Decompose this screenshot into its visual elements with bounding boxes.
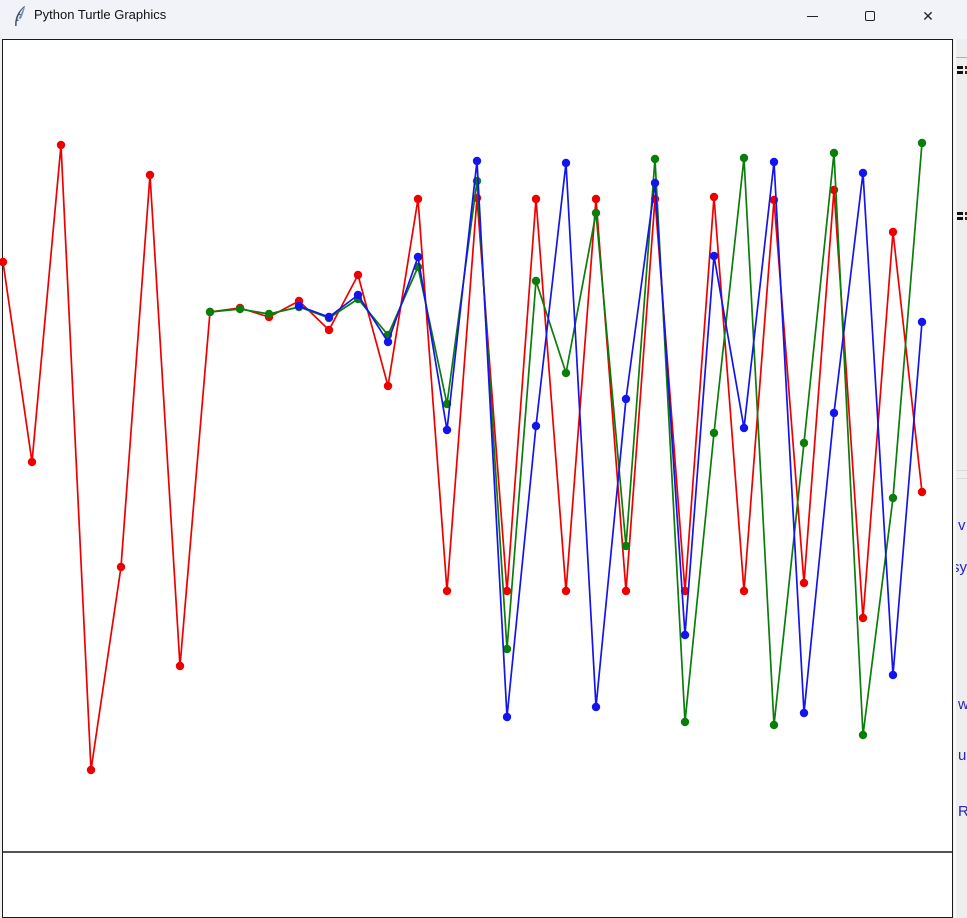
- title-bar: Python Turtle Graphics ✕: [0, 0, 967, 39]
- maximize-button[interactable]: [841, 0, 899, 32]
- window-title: Python Turtle Graphics: [34, 7, 166, 22]
- menu-icon: [957, 66, 967, 76]
- minimize-icon: [807, 16, 818, 17]
- minimize-button[interactable]: [783, 0, 841, 32]
- clipped-letter: u: [958, 747, 966, 764]
- clipped-letter: v: [958, 517, 966, 534]
- menu-icon: [957, 212, 967, 222]
- clipped-letter: w: [958, 696, 967, 713]
- close-icon: ✕: [922, 9, 934, 23]
- clipped-letter: sy: [954, 559, 967, 576]
- close-button[interactable]: ✕: [899, 0, 957, 32]
- tk-feather-icon: [11, 5, 29, 27]
- clipped-letter: R: [958, 803, 967, 820]
- strip-separator: [956, 478, 967, 479]
- strip-separator: [956, 57, 967, 58]
- maximize-icon: [865, 11, 875, 21]
- background-window-strip: v sy w u R: [954, 39, 967, 918]
- turtle-graphics-window: Python Turtle Graphics ✕ v sy w u R: [0, 0, 967, 918]
- strip-separator: [956, 470, 967, 471]
- turtle-canvas: [2, 39, 953, 918]
